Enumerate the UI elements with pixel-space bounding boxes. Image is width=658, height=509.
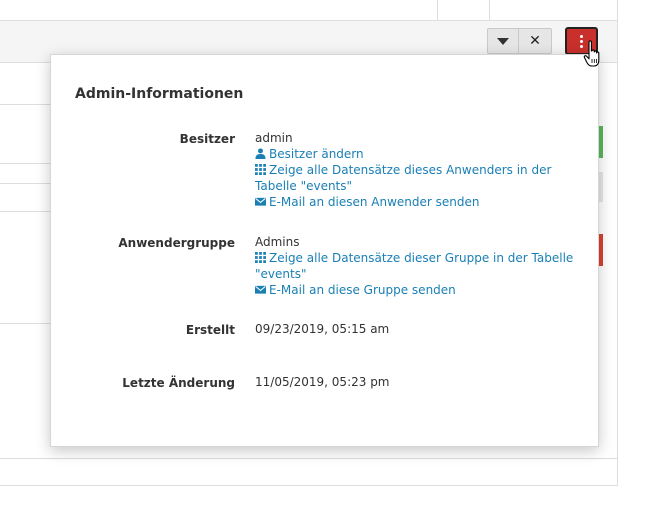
show-group-records-link[interactable]: Zeige alle Datensätze dieser Gruppe in d…	[255, 250, 575, 282]
row-divider	[0, 183, 50, 184]
email-group-link[interactable]: E-Mail an diese Gruppe senden	[255, 282, 575, 298]
created-value: 09/23/2019, 05:15 am	[255, 322, 390, 336]
caret-down-icon	[497, 37, 509, 45]
modified-value: 11/05/2019, 05:23 pm	[255, 375, 390, 389]
show-user-records-link[interactable]: Zeige alle Datensätze dieses Anwenders i…	[255, 162, 575, 194]
popover-title: Admin-Informationen	[75, 86, 244, 102]
row-divider	[0, 458, 618, 459]
envelope-icon	[255, 285, 266, 294]
row-divider	[0, 211, 50, 212]
envelope-icon	[255, 197, 266, 206]
top-row	[0, 0, 618, 21]
row-divider	[0, 323, 50, 324]
owner-value-block: admin Besitzer ändern Zeige alle Datensä…	[255, 130, 575, 210]
grid-icon	[255, 252, 266, 263]
group-value-block: Admins Zeige alle Datensätze dieser Grup…	[255, 234, 575, 298]
admin-info-popover: Admin-Informationen Besitzer admin Besit…	[50, 54, 599, 447]
created-label: Erstellt	[185, 323, 235, 337]
group-name: Admins	[255, 235, 300, 249]
group-label: Anwendergruppe	[118, 236, 235, 250]
dropdown-button[interactable]	[487, 28, 519, 54]
owner-name: admin	[255, 131, 293, 145]
column-divider	[489, 0, 490, 21]
user-icon	[255, 148, 266, 159]
row-divider	[0, 104, 50, 105]
times-icon: ✕	[529, 33, 541, 49]
column-divider	[437, 0, 438, 21]
row-divider	[0, 485, 618, 486]
row-divider	[0, 163, 50, 164]
hand-cursor-icon	[583, 40, 600, 67]
change-owner-link[interactable]: Besitzer ändern	[255, 146, 575, 162]
modified-label: Letzte Änderung	[122, 376, 235, 390]
email-user-link[interactable]: E-Mail an diesen Anwender senden	[255, 194, 575, 210]
grid-icon	[255, 164, 266, 175]
owner-label: Besitzer	[179, 132, 235, 146]
close-button[interactable]: ✕	[519, 28, 552, 54]
panel-edge	[617, 0, 618, 486]
